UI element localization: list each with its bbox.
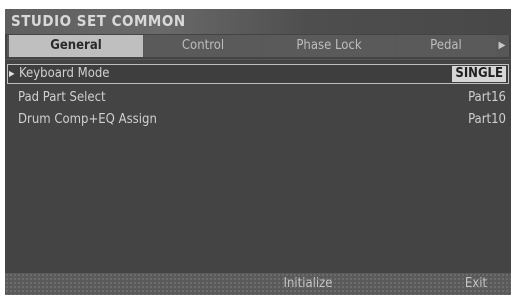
param-label: Pad Part Select (18, 90, 106, 105)
page-title: STUDIO SET COMMON (11, 12, 186, 30)
param-row-pad-part-select[interactable]: Pad Part Select Part16 (7, 88, 509, 107)
param-label: Keyboard Mode (19, 66, 110, 81)
tab-pedal[interactable]: Pedal (396, 35, 496, 57)
tab-phase-lock[interactable]: Phase Lock (263, 35, 395, 57)
title-bar: STUDIO SET COMMON (5, 9, 511, 34)
tab-general[interactable]: General (9, 35, 143, 57)
param-value[interactable]: SINGLE (452, 66, 506, 82)
tab-control[interactable]: Control (144, 35, 262, 57)
param-row-drum-comp-eq-assign[interactable]: Drum Comp+EQ Assign Part10 (7, 110, 509, 129)
right-triangle-icon: ▶ (9, 69, 15, 78)
param-value[interactable]: Part16 (468, 88, 506, 107)
tab-bar: General Control Phase Lock Pedal ▶ (7, 35, 509, 57)
chevron-right-icon[interactable]: ▶ (497, 35, 507, 57)
exit-button[interactable]: Exit (441, 273, 511, 295)
param-value[interactable]: Part10 (468, 110, 506, 129)
param-label: Drum Comp+EQ Assign (18, 112, 157, 127)
function-button-bar: Initialize Exit (5, 273, 511, 295)
param-row-keyboard-mode[interactable]: ▶ Keyboard Mode SINGLE (7, 64, 509, 84)
studio-set-common-screen: STUDIO SET COMMON General Control Phase … (5, 9, 511, 295)
divider (5, 59, 511, 60)
initialize-button[interactable]: Initialize (258, 273, 358, 295)
